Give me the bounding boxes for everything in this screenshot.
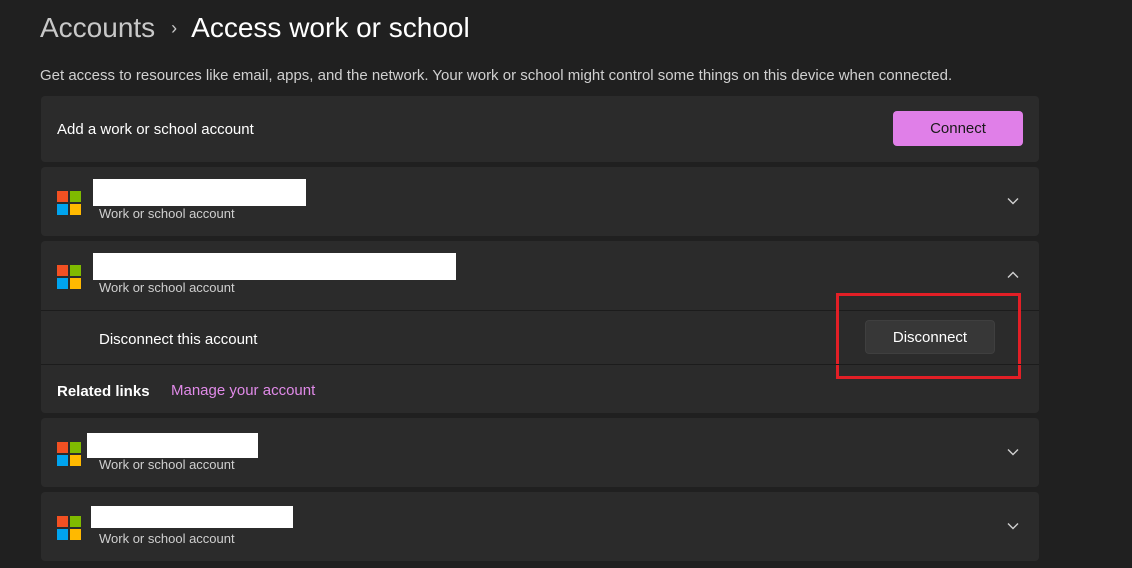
account-header[interactable]: Work or school account [41, 492, 1039, 561]
chevron-up-icon[interactable] [1005, 267, 1021, 283]
account-card: Work or school account [41, 492, 1039, 561]
manage-account-link[interactable]: Manage your account [171, 382, 315, 399]
disconnect-account-label: Disconnect this account [99, 331, 258, 348]
account-type-label: Work or school account [99, 280, 235, 295]
page-title: Access work or school [191, 12, 470, 43]
account-card: Work or school account [41, 167, 1039, 236]
account-card: Work or school account [41, 418, 1039, 487]
microsoft-logo-icon [57, 265, 81, 289]
redacted-account-name [87, 433, 258, 458]
breadcrumb-separator: › [171, 17, 178, 38]
account-type-label: Work or school account [99, 457, 235, 472]
microsoft-logo-icon [57, 191, 81, 215]
account-header[interactable]: Work or school account [41, 418, 1039, 487]
related-links-label: Related links [57, 383, 150, 400]
microsoft-logo-icon [57, 516, 81, 540]
chevron-down-icon[interactable] [1005, 518, 1021, 534]
account-type-label: Work or school account [99, 206, 235, 221]
breadcrumb-accounts[interactable]: Accounts [40, 12, 155, 44]
breadcrumb: Accounts › Access work or school [40, 10, 470, 46]
chevron-down-icon[interactable] [1005, 193, 1021, 209]
account-header[interactable]: Work or school account [41, 167, 1039, 236]
redacted-account-name [91, 506, 293, 528]
add-account-label: Add a work or school account [57, 121, 254, 138]
settings-page: Accounts › Access work or school Get acc… [0, 0, 1132, 568]
add-account-card: Add a work or school account Connect [41, 96, 1039, 162]
account-type-label: Work or school account [99, 531, 235, 546]
chevron-down-icon[interactable] [1005, 444, 1021, 460]
page-description: Get access to resources like email, apps… [40, 67, 953, 84]
connect-button[interactable]: Connect [893, 111, 1023, 146]
divider [41, 364, 1039, 365]
redacted-account-name [93, 253, 456, 280]
redacted-account-name [93, 179, 306, 206]
microsoft-logo-icon [57, 442, 81, 466]
highlight-annotation-box [836, 293, 1021, 379]
account-card-expanded: Work or school account Disconnect this a… [41, 241, 1039, 413]
